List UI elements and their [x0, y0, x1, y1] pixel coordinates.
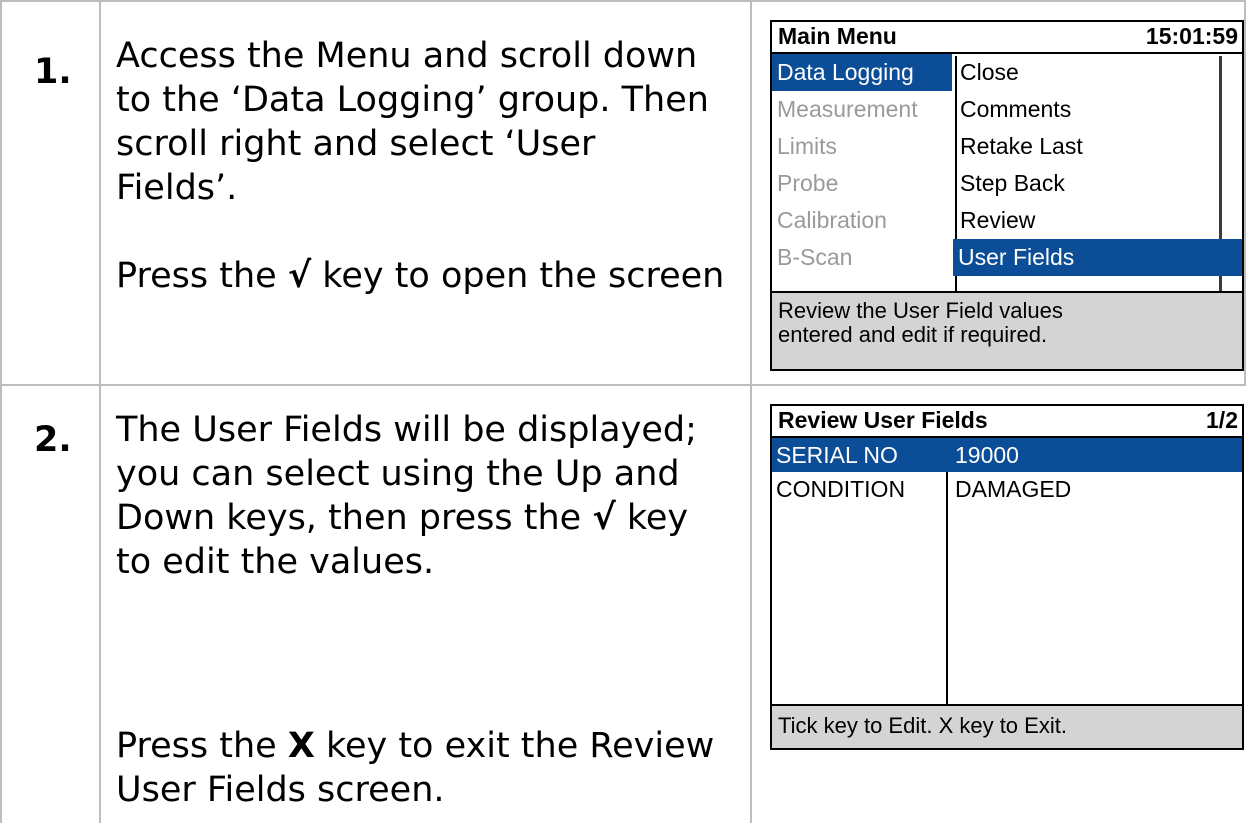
- page-indicator: 1/2: [1206, 407, 1238, 433]
- screen-header: Main Menu 15:01:59: [772, 22, 1242, 54]
- menu-item-close[interactable]: Close: [955, 54, 1242, 91]
- menu-item-user-fields[interactable]: User Fields: [953, 239, 1242, 276]
- menu-group-calibration[interactable]: Calibration: [772, 202, 952, 239]
- review-user-fields-screen: Review User Fields 1/2 SERIAL NO 19000 C…: [770, 404, 1244, 750]
- user-field-value: 19000: [955, 442, 1019, 468]
- screen-clock: 15:01:59: [1145, 23, 1238, 49]
- step-number: 1.: [34, 52, 72, 92]
- step-2-instructions: The User Fields will be displayed; you c…: [116, 408, 726, 812]
- table-row-divider: [0, 384, 1246, 386]
- tick-key-symbol: √: [592, 498, 616, 538]
- menu-item-list: Close Comments Retake Last Step Back Rev…: [953, 54, 1242, 276]
- table-top-border: [0, 0, 1246, 2]
- x-key-symbol: X: [287, 726, 315, 766]
- menu-item-retake-last[interactable]: Retake Last: [955, 128, 1242, 165]
- press-prefix: Press the: [116, 726, 288, 766]
- press-suffix: key to open the screen: [311, 256, 725, 296]
- table-left-border: [0, 0, 2, 823]
- step-2-paragraph: The User Fields will be displayed; you c…: [116, 408, 726, 584]
- user-field-row[interactable]: CONDITION DAMAGED: [772, 472, 1242, 506]
- user-field-name: CONDITION: [776, 476, 906, 502]
- screen-title: Main Menu: [778, 23, 897, 49]
- step-1-press-instruction: Press the √ key to open the screen: [116, 254, 726, 298]
- menu-item-step-back[interactable]: Step Back: [955, 165, 1242, 202]
- screen-help-text: Review the User Field values entered and…: [778, 298, 1063, 347]
- menu-group-list: Data Logging Measurement Limits Probe Ca…: [772, 54, 952, 276]
- image-column-divider: [750, 0, 752, 823]
- user-field-row[interactable]: SERIAL NO 19000: [772, 438, 1242, 472]
- menu-group-limits[interactable]: Limits: [772, 128, 952, 165]
- menu-group-measurement[interactable]: Measurement: [772, 91, 952, 128]
- number-column-divider: [99, 0, 101, 823]
- screen-help-text: Tick key to Edit. X key to Exit.: [772, 704, 1242, 748]
- menu-group-probe[interactable]: Probe: [772, 165, 952, 202]
- menu-item-comments[interactable]: Comments: [955, 91, 1242, 128]
- menu-item-review[interactable]: Review: [955, 202, 1242, 239]
- main-menu-screen: Main Menu 15:01:59 Data Logging Measurem…: [770, 20, 1244, 371]
- menu-group-data-logging[interactable]: Data Logging: [772, 54, 952, 91]
- menu-group-b-scan[interactable]: B-Scan: [772, 239, 952, 276]
- step-2-press-instruction: Press the X key to exit the Review User …: [116, 724, 726, 812]
- step-1-paragraph: Access the Menu and scroll down to the ‘…: [116, 36, 709, 208]
- user-field-value: DAMAGED: [955, 476, 1072, 502]
- press-prefix: Press the: [116, 256, 288, 296]
- screen-header: Review User Fields 1/2: [772, 406, 1242, 438]
- tick-key-symbol: √: [287, 256, 312, 296]
- step-number: 2.: [34, 420, 72, 460]
- user-field-name: SERIAL NO: [776, 442, 898, 468]
- screen-title: Review User Fields: [778, 407, 988, 433]
- step-1-instructions: Access the Menu and scroll down to the ‘…: [116, 34, 726, 298]
